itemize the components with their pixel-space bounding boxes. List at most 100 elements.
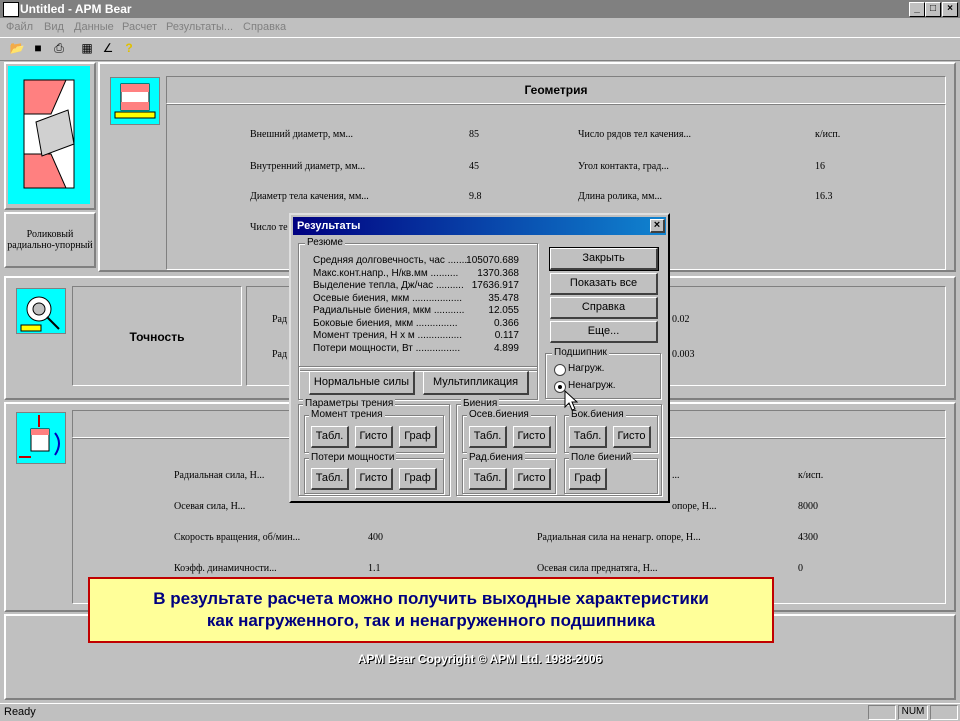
side-table-button[interactable]: Табл. xyxy=(569,426,607,448)
menu-file[interactable]: Файл xyxy=(6,21,33,33)
summary-life-value: 105070.689 xyxy=(466,255,519,266)
radial-histo-button[interactable]: Гисто xyxy=(513,468,551,490)
radial-precision-label-2: Рад xyxy=(272,349,288,360)
caption-line-1: В результате расчета можно получить выхо… xyxy=(153,589,709,608)
unloaded-radial-force-value[interactable]: 4300 xyxy=(798,532,818,543)
roller-count-label: Число те xyxy=(250,222,288,233)
roller-length-value[interactable]: 16.3 xyxy=(815,191,833,202)
load-label-r1: ... xyxy=(672,470,680,481)
save-icon[interactable]: ■ xyxy=(29,40,47,57)
menu-help[interactable]: Справка xyxy=(243,21,286,33)
runout-group-label: Биения xyxy=(461,398,500,409)
menu-view[interactable]: Вид xyxy=(44,21,64,33)
inner-diameter-value[interactable]: 45 xyxy=(469,161,479,172)
table-icon[interactable]: ▦ xyxy=(78,40,96,57)
field-graph-button[interactable]: Граф xyxy=(569,468,607,490)
roller-length-label: Длина ролика, мм... xyxy=(578,191,662,202)
power-loss-group: Потери мощности Табл. Гисто Граф xyxy=(304,452,444,494)
summary-group: Резюме Средняя долговечность, час ......… xyxy=(298,237,538,371)
close-button[interactable]: Закрыть xyxy=(549,247,659,271)
summary-friction-value: 0.117 xyxy=(494,330,519,341)
axial-histo-button[interactable]: Гисто xyxy=(513,426,551,448)
menu-data[interactable]: Данные xyxy=(74,21,114,33)
power-graph-button[interactable]: Граф xyxy=(399,468,437,490)
summary-friction-label: Момент трения, Н х м ................ xyxy=(313,330,462,341)
status-cell-blank xyxy=(868,705,896,720)
loads-icon[interactable] xyxy=(16,412,66,464)
menu-results[interactable]: Результаты... xyxy=(166,21,233,33)
summary-power-label: Потери мощности, Вт ................ xyxy=(313,343,461,354)
bearing-group-label: Подшипник xyxy=(552,347,609,358)
dynamic-coef-value[interactable]: 1.1 xyxy=(368,563,381,574)
preload-force-value[interactable]: 0 xyxy=(798,563,803,574)
copyright-text: APM Bear Copyright © APM Ltd. 1988-2006 xyxy=(357,652,603,666)
results-dialog-title: Результаты xyxy=(297,220,361,232)
summary-heat-value: 17636.917 xyxy=(471,280,519,291)
roller-diameter-value[interactable]: 9.8 xyxy=(469,191,482,202)
roller-diameter-label: Диаметр тела качения, мм... xyxy=(250,191,369,202)
radial-runout-label: Рад.биения xyxy=(467,452,525,463)
moment-histo-button[interactable]: Гисто xyxy=(355,426,393,448)
radial-precision-value-2[interactable]: 0.003 xyxy=(672,349,695,360)
title-bar: Untitled - APM Bear _ □ × xyxy=(0,0,960,18)
load-value-r2[interactable]: 8000 xyxy=(798,501,818,512)
power-histo-button[interactable]: Гисто xyxy=(355,468,393,490)
summary-life-label: Средняя долговечность, час ....... xyxy=(313,255,468,266)
help-button[interactable]: Справка xyxy=(550,297,658,319)
maximize-button[interactable]: □ xyxy=(925,2,941,17)
outer-diameter-value[interactable]: 85 xyxy=(469,129,479,140)
bearing-picture-panel xyxy=(4,62,96,210)
inner-diameter-label: Внутренний диаметр, мм... xyxy=(250,161,366,172)
moment-group: Момент трения Табл. Гисто Граф xyxy=(304,409,444,453)
roller-bearing-icon xyxy=(8,66,90,204)
radial-table-button[interactable]: Табл. xyxy=(469,468,507,490)
axial-runout-label: Осев.биения xyxy=(467,409,531,420)
rows-count-value[interactable]: к/исп. xyxy=(815,129,840,140)
open-icon[interactable]: 📂 xyxy=(8,40,26,57)
side-histo-button[interactable]: Гисто xyxy=(613,426,651,448)
unloaded-radial-force-label: Радиальная сила на ненагр. опоре, Н... xyxy=(537,532,701,543)
menu-calc[interactable]: Расчет xyxy=(122,21,157,33)
geometry-icon[interactable] xyxy=(110,77,160,125)
loaded-radio-label[interactable]: Нагруж. xyxy=(568,363,604,374)
precision-icon[interactable] xyxy=(16,288,66,334)
show-all-button[interactable]: Показать все xyxy=(550,273,658,295)
close-dialog-icon[interactable]: × xyxy=(650,219,665,233)
axial-force-label: Осевая сила, Н... xyxy=(174,501,246,512)
more-button[interactable]: Еще... xyxy=(550,321,658,343)
summary-radial-runout-label: Радиальные биения, мкм ........... xyxy=(313,305,465,316)
rows-count-label: Число рядов тел качения... xyxy=(578,129,692,140)
normal-forces-button[interactable]: Нормальные силы xyxy=(309,371,415,395)
outer-diameter-label: Внешний диаметр, мм... xyxy=(250,129,354,140)
summary-stress-value: 1370.368 xyxy=(477,268,519,279)
load-value-r1[interactable]: к/исп. xyxy=(798,470,823,481)
status-cell-end xyxy=(930,705,958,720)
help-icon[interactable]: ? xyxy=(120,40,138,57)
summary-power-value: 4.899 xyxy=(493,343,519,354)
results-dialog-titlebar: Результаты × xyxy=(293,217,666,235)
power-table-button[interactable]: Табл. xyxy=(311,468,349,490)
multiplication-button[interactable]: Мультипликация xyxy=(423,371,529,395)
results-dialog: Результаты × Резюме Средняя долговечност… xyxy=(289,213,670,503)
loaded-radio[interactable] xyxy=(554,364,566,376)
close-window-button[interactable]: × xyxy=(942,2,958,17)
summary-heat-label: Выделение тепла, Дж/час .......... xyxy=(313,280,464,291)
bearing-type-label-2: радиально-упорный xyxy=(7,240,93,251)
print-icon[interactable]: ⎙ xyxy=(50,40,68,57)
moment-graph-button[interactable]: Граф xyxy=(399,426,437,448)
summary-side-runout-label: Боковые биения, мкм ............... xyxy=(313,318,458,329)
side-runout-group: Бок.биения Табл. Гисто xyxy=(564,409,658,453)
radial-precision-value[interactable]: 0.02 xyxy=(672,314,690,325)
summary-axial-runout-label: Осевые биения, мкм .................. xyxy=(313,293,463,304)
chart-icon[interactable]: ∠ xyxy=(99,40,117,57)
status-bar: Ready NUM xyxy=(0,703,960,721)
app-icon[interactable] xyxy=(3,2,19,17)
minimize-button[interactable]: _ xyxy=(909,2,925,17)
radial-runout-group: Рад.биения Табл. Гисто xyxy=(462,452,556,494)
contact-angle-value[interactable]: 16 xyxy=(815,161,825,172)
moment-table-button[interactable]: Табл. xyxy=(311,426,349,448)
rotation-speed-value[interactable]: 400 xyxy=(368,532,383,543)
caption-box: В результате расчета можно получить выхо… xyxy=(88,577,774,643)
axial-table-button[interactable]: Табл. xyxy=(469,426,507,448)
num-lock-indicator: NUM xyxy=(898,705,928,720)
